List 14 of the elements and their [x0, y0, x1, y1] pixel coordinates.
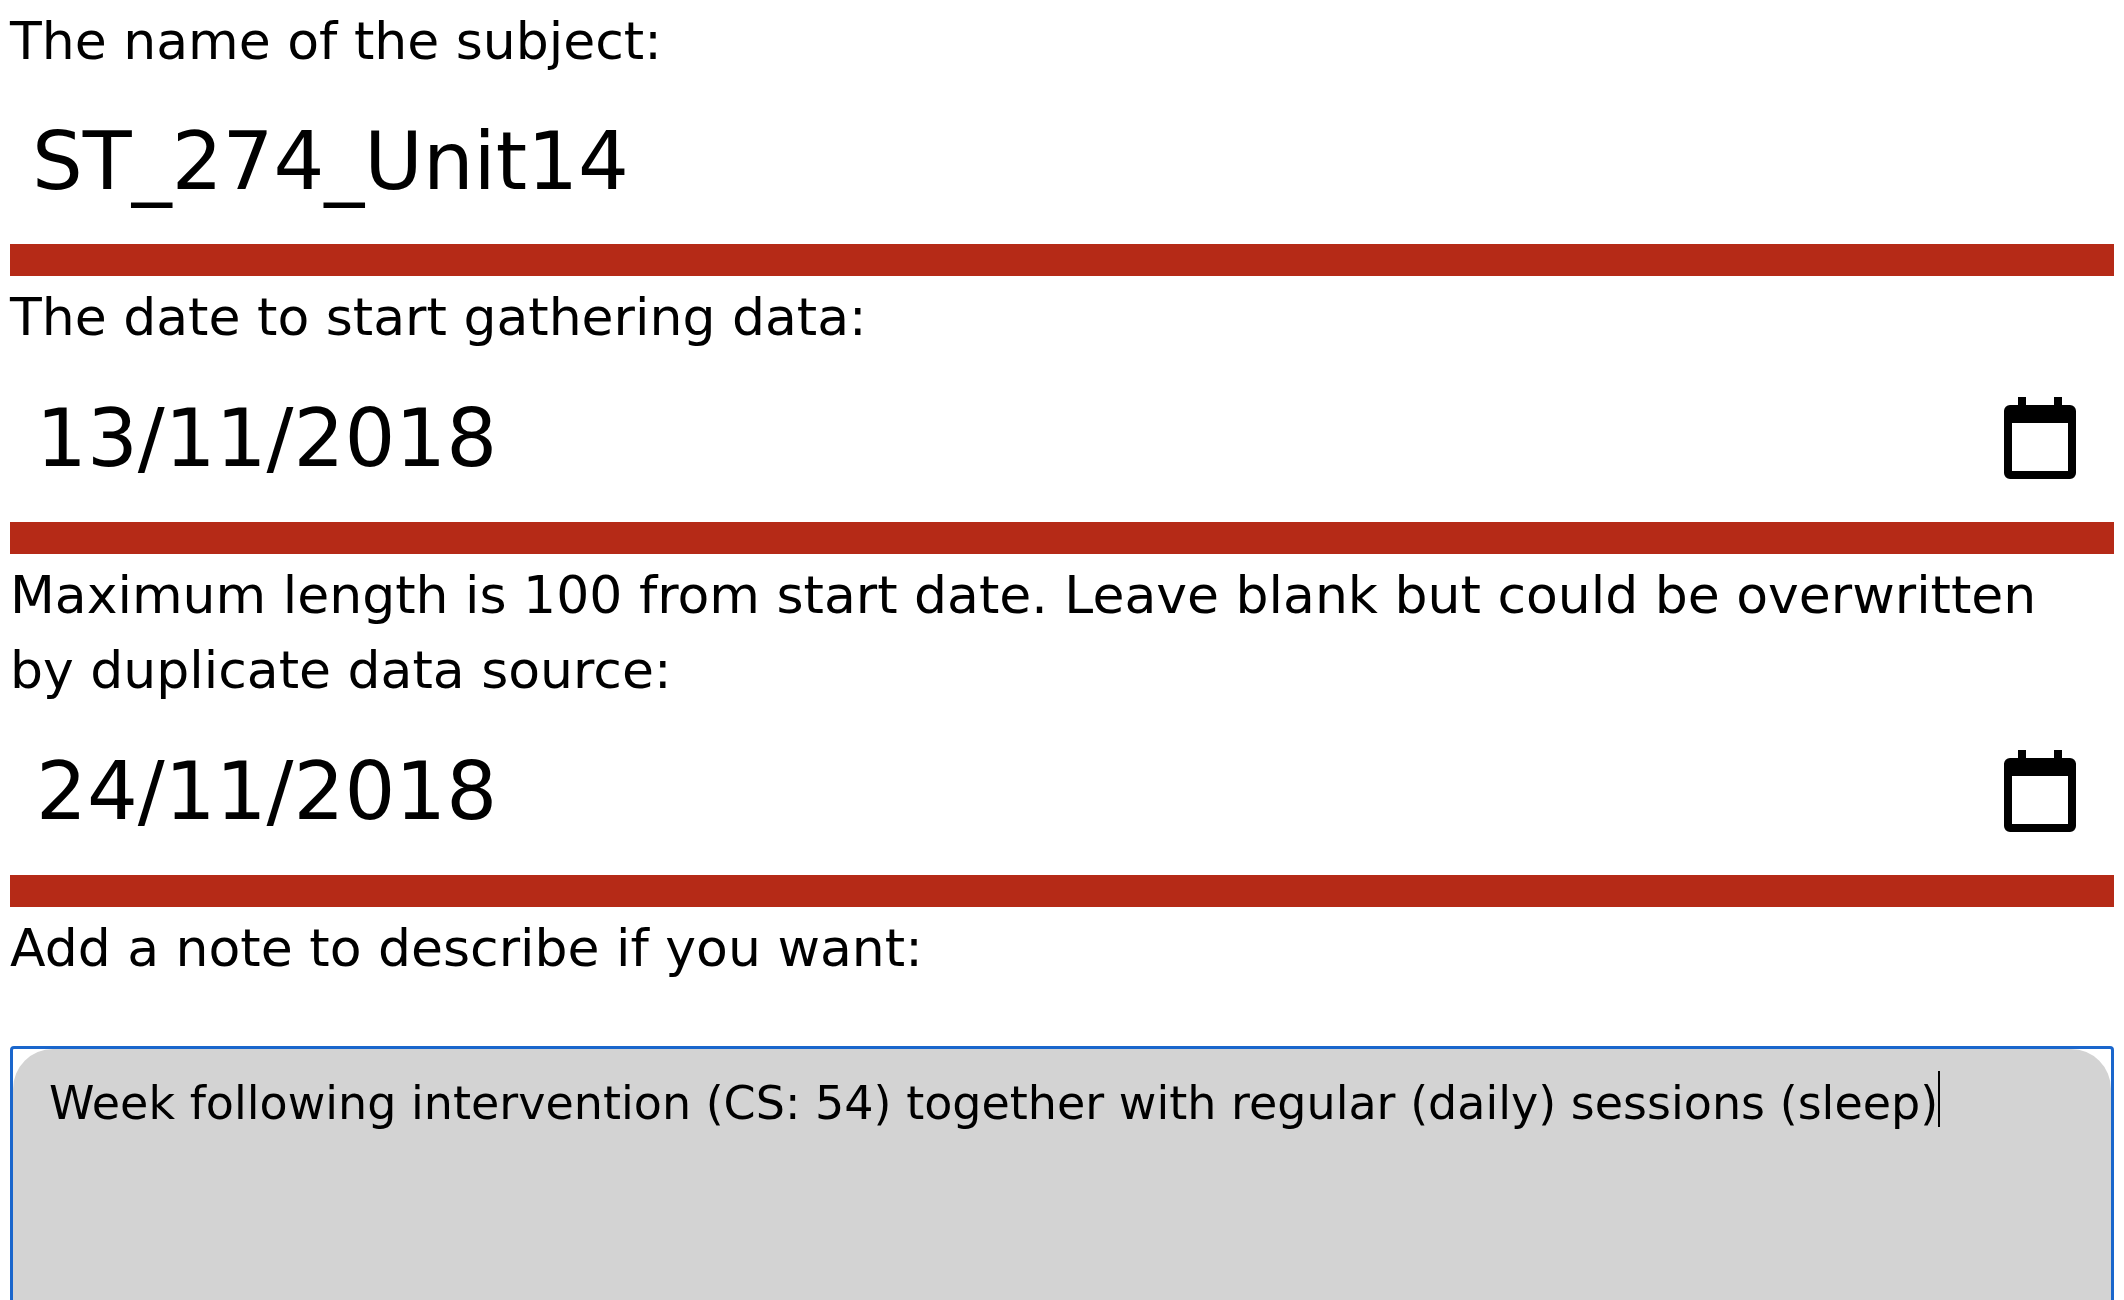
- date-value: 13/11/2018: [36, 398, 498, 479]
- field-label: The name of the subject:: [10, 10, 663, 73]
- field-label: The date to start gathering data:: [10, 286, 868, 349]
- text-field[interactable]: ST_274_Unit14: [10, 79, 2114, 276]
- note-field[interactable]: Week following intervention (CS: 54) together with regular (daily) sessions (sleep): [10, 1046, 2114, 1300]
- field-label: Maximum length is 100 from start date. Leave blank but could be overwritten by duplicate data source:: [10, 564, 2038, 702]
- date-value: 24/11/2018: [36, 751, 498, 832]
- calendar-icon[interactable]: [2002, 749, 2078, 834]
- date-field[interactable]: 24/11/2018: [10, 708, 2114, 907]
- calendar-icon[interactable]: [2002, 396, 2078, 481]
- note-text: Week following intervention (CS: 54) together with regular (daily) sessions (sleep): [49, 1075, 1939, 1132]
- text-cursor: [1938, 1071, 1941, 1127]
- date-field[interactable]: 13/11/2018: [10, 355, 2114, 554]
- field-label: Add a note to describe if you want:: [10, 917, 924, 980]
